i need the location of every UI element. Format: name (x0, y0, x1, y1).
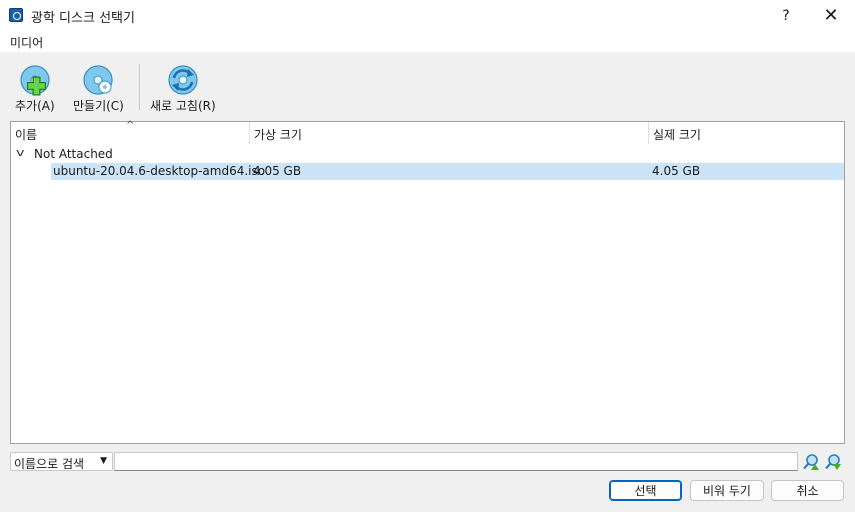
group-label: Not Attached (34, 147, 113, 161)
column-header-name[interactable]: 이름 (15, 126, 37, 143)
refresh-button[interactable]: 새로 고침(R) (150, 64, 216, 114)
create-label: 만들기(C) (73, 99, 124, 113)
column-divider[interactable] (249, 122, 250, 144)
menu-media[interactable]: 미디어 (10, 34, 43, 51)
search-input[interactable] (114, 452, 798, 471)
column-header-virtual-size[interactable]: 가상 크기 (254, 126, 302, 143)
cell-actual-size: 4.05 GB (652, 164, 701, 178)
search-next-icon[interactable] (824, 453, 842, 471)
table-row[interactable]: ubuntu-20.04.6-desktop-amd64.iso 4.05 GB… (51, 163, 844, 180)
close-button[interactable]: ✕ (808, 0, 854, 31)
window-title: 광학 디스크 선택기 (31, 11, 135, 26)
search-mode-value: 이름으로 검색 (14, 457, 85, 471)
search-bar: 이름으로 검색 ▼ (10, 452, 845, 472)
sort-ascending-icon: ^ (126, 120, 135, 131)
cancel-button[interactable]: 취소 (771, 480, 844, 501)
toolbar: 추가(A) 만들기(C) 새로 고침(R) (0, 52, 855, 118)
refresh-label: 새로 고침(R) (150, 99, 216, 113)
column-divider[interactable] (648, 122, 649, 144)
cell-name: ubuntu-20.04.6-desktop-amd64.iso (53, 164, 266, 178)
cell-virtual-size: 4.05 GB (253, 164, 302, 178)
table-header: 이름 ^ 가상 크기 실제 크기 (11, 120, 844, 144)
help-button[interactable]: ? (763, 0, 809, 31)
add-disk-icon (19, 64, 51, 96)
search-mode-select[interactable]: 이름으로 검색 ▼ (10, 452, 113, 471)
menu-bar: 미디어 (0, 31, 855, 52)
choose-button[interactable]: 선택 (609, 480, 682, 501)
refresh-disk-icon (167, 64, 199, 96)
add-button[interactable]: 추가(A) (15, 64, 55, 114)
create-button[interactable]: 만들기(C) (73, 64, 124, 114)
title-bar: 광학 디스크 선택기 ? ✕ (0, 0, 855, 31)
leave-empty-button[interactable]: 비워 두기 (690, 480, 764, 501)
chevron-down-icon[interactable]: v (16, 146, 24, 159)
add-label: 추가(A) (15, 99, 55, 113)
column-header-actual-size[interactable]: 실제 크기 (653, 126, 701, 143)
dialog-buttons: 선택 비워 두기 취소 (0, 480, 855, 502)
optical-disk-app-icon (9, 8, 23, 22)
create-disk-icon (82, 64, 114, 96)
chevron-down-icon: ▼ (100, 456, 107, 466)
group-row-not-attached[interactable]: v Not Attached (11, 146, 844, 163)
toolbar-separator (139, 64, 140, 110)
disk-list[interactable]: 이름 ^ 가상 크기 실제 크기 v Not Attached ubuntu-2… (10, 120, 845, 444)
search-previous-icon[interactable] (802, 453, 820, 471)
